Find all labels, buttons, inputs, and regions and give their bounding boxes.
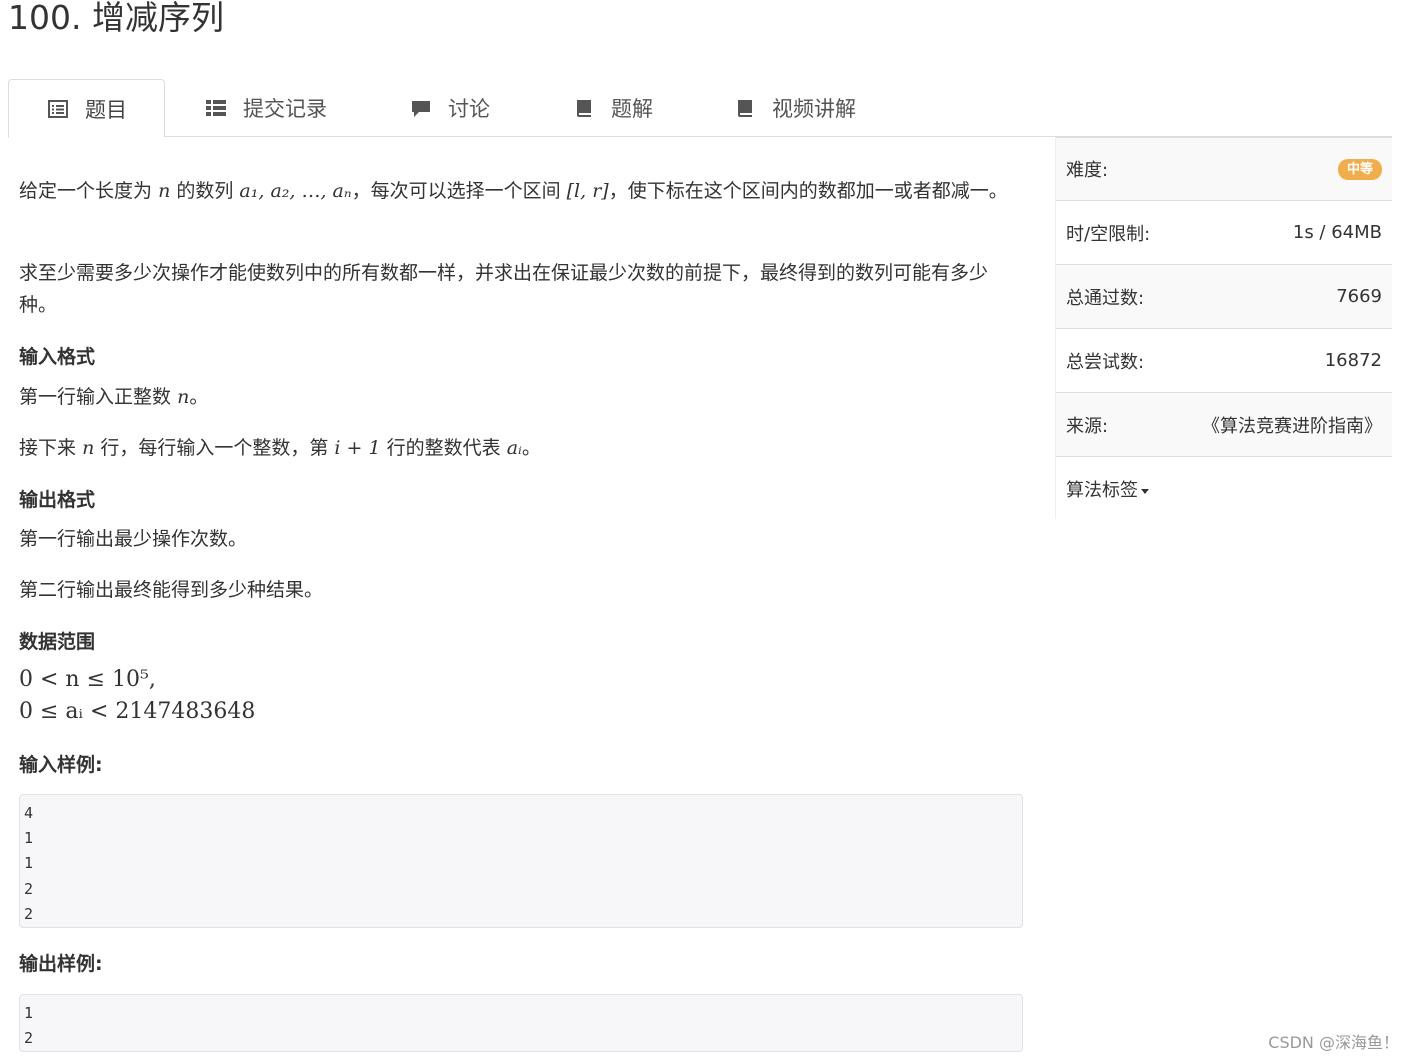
input-format-line-2: 接下来 n 行，每行输入一个整数，第 i + 1 行的整数代表 aᵢ。 xyxy=(19,432,1023,464)
data-range-line-1: 0 < n ≤ 10⁵, xyxy=(19,667,156,692)
source-row: 来源: 《算法竞赛进阶指南》 xyxy=(1055,393,1392,457)
output-format-heading: 输出格式 xyxy=(19,489,96,511)
sample-output-block[interactable]: 1 2 xyxy=(19,994,1023,1052)
difficulty-badge: 中等 xyxy=(1337,158,1382,180)
book-icon xyxy=(734,97,756,119)
source-value[interactable]: 《算法竞赛进阶指南》 xyxy=(1202,412,1382,438)
text: ，每次可以选择一个区间 xyxy=(351,180,561,202)
tab-submissions[interactable]: 提交记录 xyxy=(205,79,327,137)
caret-down-icon xyxy=(1141,488,1149,494)
data-range-heading: 数据范围 xyxy=(19,631,96,653)
tags-label: 算法标签 xyxy=(1066,480,1138,501)
tried-label: 总尝试数: xyxy=(1066,351,1145,373)
comment-icon xyxy=(410,97,432,119)
source-label: 来源: xyxy=(1066,415,1109,437)
output-format-line-2: 第二行输出最终能得到多少种结果。 xyxy=(19,579,324,601)
description-paragraph-2: 求至少需要多少次操作才能使数列中的所有数都一样，并求出在保证最少次数的前提下，最… xyxy=(19,262,989,316)
tags-dropdown[interactable]: 算法标签 xyxy=(1066,476,1149,502)
text: 接下来 xyxy=(19,437,77,459)
math-ai: aᵢ xyxy=(506,437,522,459)
tab-label: 题目 xyxy=(85,97,127,122)
tab-label: 提交记录 xyxy=(243,97,327,121)
problem-title: 100. 增减序列 xyxy=(8,0,224,37)
tab-solutions[interactable]: 题解 xyxy=(573,79,653,137)
difficulty-row: 难度: 中等 xyxy=(1055,137,1392,201)
text: 的数列 xyxy=(176,180,234,202)
book-icon xyxy=(573,97,595,119)
tab-discussion[interactable]: 讨论 xyxy=(410,79,490,137)
passed-value: 7669 xyxy=(1336,286,1382,307)
limit-value: 1s / 64MB xyxy=(1292,222,1382,243)
tab-label: 题解 xyxy=(611,97,653,121)
passed-label: 总通过数: xyxy=(1066,287,1145,309)
math-expr: i + 1 xyxy=(334,437,381,459)
description-paragraph-1: 给定一个长度为 n 的数列 a₁, a₂, …, aₙ，每次可以选择一个区间 [… xyxy=(19,175,1023,207)
list-alt-icon xyxy=(47,98,69,120)
text: 。 xyxy=(189,386,209,408)
watermark: CSDN @深海鱼！ xyxy=(1268,1033,1399,1052)
tab-label: 讨论 xyxy=(448,97,490,121)
math-n: n xyxy=(82,437,95,459)
math-n: n xyxy=(177,386,190,408)
math-interval: [l, r] xyxy=(566,180,609,202)
limit-label: 时/空限制: xyxy=(1066,223,1151,245)
problem-tabs: 题目 提交记录 讨论 题解 视频讲解 xyxy=(8,79,1392,138)
tried-row: 总尝试数: 16872 xyxy=(1055,329,1392,393)
output-format-line-1: 第一行输出最少操作次数。 xyxy=(19,528,248,550)
sample-input-block[interactable]: 4 1 1 2 2 xyxy=(19,794,1023,928)
text: ，使下标在这个区间内的数都加一或者都减一。 xyxy=(608,180,1008,202)
tab-video[interactable]: 视频讲解 xyxy=(734,79,856,137)
sample-input-heading: 输入样例: xyxy=(19,754,103,776)
input-format-heading: 输入格式 xyxy=(19,346,96,368)
text: 第一行输入正整数 xyxy=(19,386,172,408)
tried-value: 16872 xyxy=(1324,350,1382,371)
limit-row: 时/空限制: 1s / 64MB xyxy=(1055,201,1392,265)
passed-row: 总通过数: 7669 xyxy=(1055,265,1392,329)
text: 给定一个长度为 xyxy=(19,180,153,202)
math-n: n xyxy=(158,180,171,202)
sample-output-heading: 输出样例: xyxy=(19,953,103,975)
panel-divider xyxy=(1055,137,1056,519)
difficulty-label: 难度: xyxy=(1066,160,1109,181)
input-format-line-1: 第一行输入正整数 n。 xyxy=(19,381,1023,413)
text: 行，每行输入一个整数，第 xyxy=(100,437,329,459)
math-sequence: a₁, a₂, …, aₙ xyxy=(239,180,352,202)
problem-info-panel: 难度: 中等 时/空限制: 1s / 64MB 总通过数: 7669 总尝试数:… xyxy=(1055,137,1392,521)
tags-row: 算法标签 xyxy=(1055,457,1392,521)
tab-problem[interactable]: 题目 xyxy=(8,79,165,138)
text: 行的整数代表 xyxy=(386,437,501,459)
data-range-line-2: 0 ≤ aᵢ < 2147483648 xyxy=(19,699,256,724)
tab-label: 视频讲解 xyxy=(772,97,856,121)
th-list-icon xyxy=(205,97,227,119)
text: 。 xyxy=(521,437,541,459)
